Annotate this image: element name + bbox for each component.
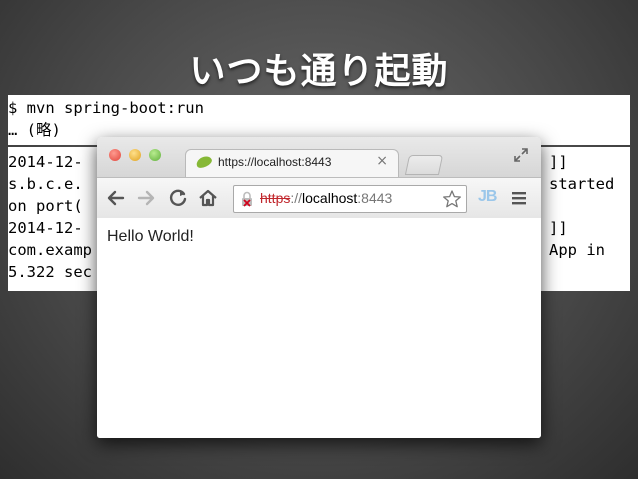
back-arrow-icon[interactable] bbox=[105, 187, 127, 209]
terminal-omitted: … (略) bbox=[8, 121, 61, 139]
hamburger-menu-icon[interactable] bbox=[511, 190, 527, 206]
address-bar[interactable]: https://localhost:8443 bbox=[233, 185, 467, 213]
log-line-left: com.examp bbox=[8, 241, 92, 259]
log-line-right: App in bbox=[549, 241, 605, 259]
jb-extension-icon[interactable]: JB bbox=[478, 188, 500, 208]
forward-arrow-icon[interactable] bbox=[135, 187, 157, 209]
hello-world-text: Hello World! bbox=[107, 228, 194, 245]
terminal-command: $ mvn spring-boot:run bbox=[8, 99, 204, 117]
log-line-right: ]] bbox=[549, 153, 568, 171]
tab-localhost[interactable]: https://localhost:8443 × bbox=[185, 149, 399, 178]
spring-leaf-icon bbox=[194, 154, 214, 170]
log-line-left: 5.322 sec bbox=[8, 263, 92, 281]
tab-close-button[interactable]: × bbox=[376, 153, 388, 169]
browser-toolbar: https://localhost:8443 JB bbox=[97, 177, 541, 219]
ssl-error-lock-icon bbox=[242, 191, 252, 207]
minimize-window-button[interactable] bbox=[129, 149, 141, 161]
page-content: Hello World! bbox=[97, 218, 541, 438]
url-host: localhost bbox=[302, 190, 358, 206]
close-window-button[interactable] bbox=[109, 149, 121, 161]
log-line-left: 2014-12- bbox=[8, 219, 83, 237]
reload-icon[interactable] bbox=[167, 187, 189, 209]
fullscreen-icon[interactable] bbox=[513, 147, 529, 163]
tab-strip: https://localhost:8443 × bbox=[97, 137, 541, 178]
log-line-right: ]] bbox=[549, 219, 568, 237]
tab-title: https://localhost:8443 bbox=[218, 155, 332, 169]
url-port: :8443 bbox=[357, 190, 393, 206]
new-tab-button[interactable] bbox=[404, 155, 444, 175]
url-text: https://localhost:8443 bbox=[260, 190, 392, 206]
log-line-left: on port( bbox=[8, 197, 83, 215]
home-icon[interactable] bbox=[197, 187, 219, 209]
log-line-left: s.b.c.e. bbox=[8, 175, 83, 193]
bookmark-star-icon[interactable] bbox=[442, 189, 462, 209]
browser-window: https://localhost:8443 × https://localho… bbox=[97, 137, 541, 438]
log-line-left: 2014-12- bbox=[8, 153, 83, 171]
log-line-right: started bbox=[549, 175, 615, 193]
url-separator: :// bbox=[290, 190, 303, 206]
slide-title: いつも通り起動 bbox=[189, 51, 449, 92]
url-scheme: https bbox=[260, 190, 291, 206]
zoom-window-button[interactable] bbox=[149, 149, 161, 161]
